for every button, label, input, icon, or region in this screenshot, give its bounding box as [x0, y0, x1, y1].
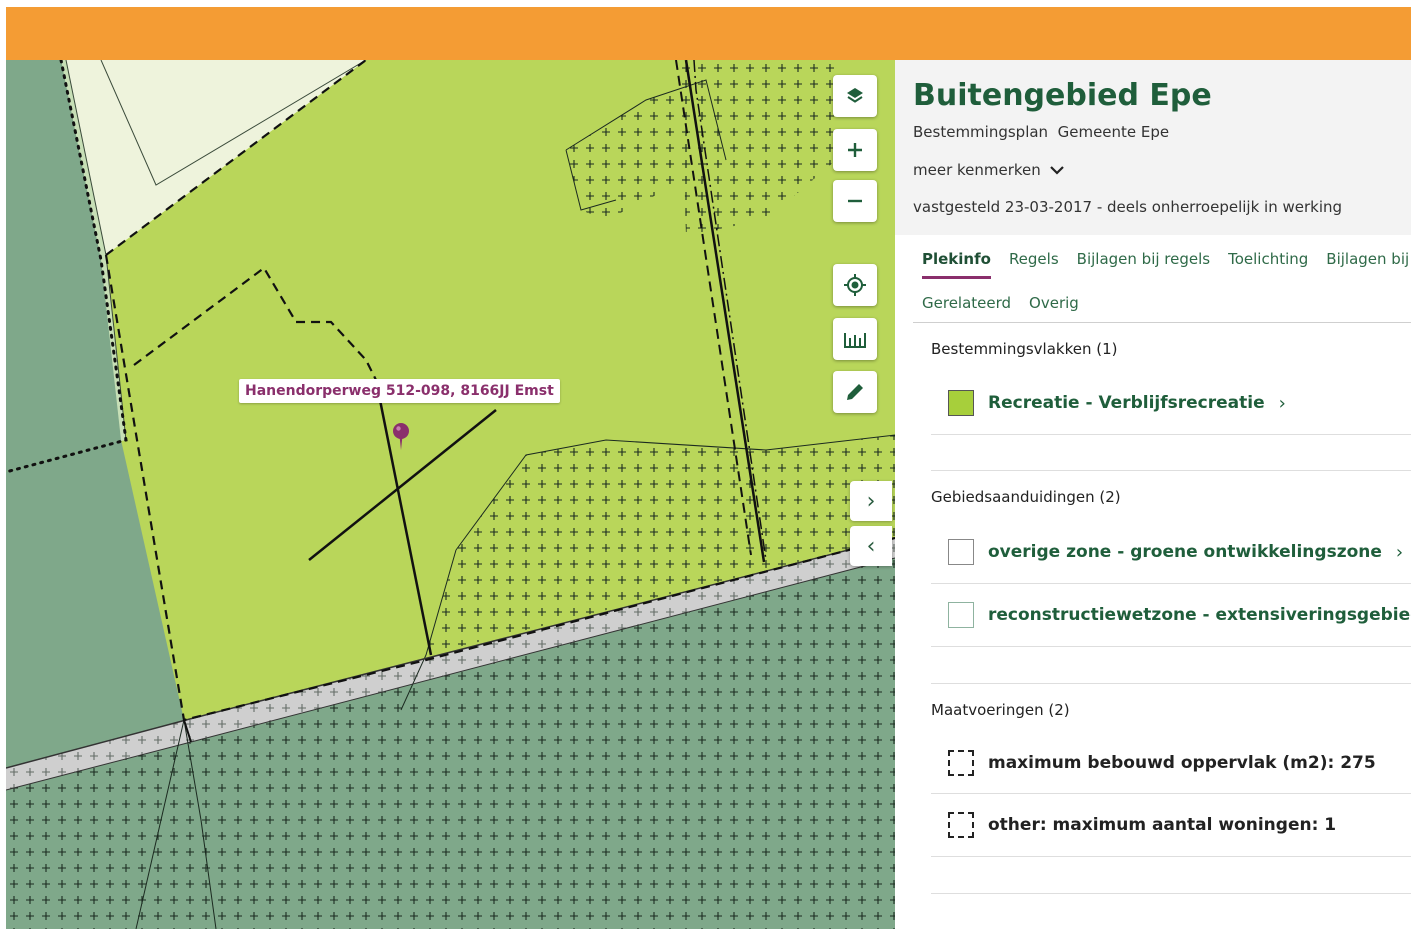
tabs-row-2: Gerelateerd Overig: [922, 294, 1097, 320]
tab-plekinfo[interactable]: Plekinfo: [922, 250, 991, 279]
map-view[interactable]: › ‹ Hanendorperweg 512-098, 8166JJ Emst: [6, 60, 895, 929]
divider: [931, 434, 1411, 435]
draw-icon: [847, 384, 863, 400]
draw-button[interactable]: [833, 371, 877, 413]
bestemmingsvlak-item[interactable]: Recreatie - Verblijfsrecreatie ›: [948, 390, 1286, 416]
measure-icon: [844, 333, 866, 348]
divider: [931, 683, 1411, 684]
chevron-right-icon: ›: [1278, 392, 1286, 414]
legend-swatch: [948, 602, 974, 628]
maatvoering-label: maximum bebouwd oppervlak (m2): 275: [988, 753, 1376, 773]
chevron-right-icon: ›: [866, 488, 876, 514]
maatvoering-label: other: maximum aantal woningen: 1: [988, 815, 1337, 835]
chevron-left-icon: ‹: [866, 533, 876, 559]
tabs-row-1: Plekinfo Regels Bijlagen bij regels Toel…: [922, 250, 1411, 279]
top-banner: [6, 7, 1411, 60]
plan-subtitle: Bestemmingsplan Gemeente Epe: [913, 123, 1170, 141]
locate-icon: [844, 274, 866, 296]
divider: [931, 793, 1411, 794]
tab-toelichting[interactable]: Toelichting: [1228, 250, 1308, 279]
tabs-divider: [913, 322, 1411, 323]
info-panel: Buitengebied Epe Bestemmingsplan Gemeent…: [895, 60, 1411, 929]
section-title-gebiedsaanduidingen: Gebiedsaanduidingen (2): [931, 488, 1121, 506]
zoom-in-button[interactable]: [833, 129, 877, 171]
dashed-square-icon: [948, 812, 974, 838]
maatvoering-item: maximum bebouwd oppervlak (m2): 275: [948, 750, 1376, 776]
tab-gerelateerd[interactable]: Gerelateerd: [922, 294, 1011, 320]
bestemmingsvlak-label: Recreatie - Verblijfsrecreatie: [988, 393, 1265, 413]
zoom-in-icon: [848, 143, 862, 157]
layers-icon: [847, 88, 863, 103]
plan-title: Buitengebied Epe: [913, 78, 1212, 113]
section-title-bestemmingsvlakken: Bestemmingsvlakken (1): [931, 340, 1118, 358]
chevron-down-icon: [1050, 166, 1064, 175]
collapse-panel-button[interactable]: ‹: [850, 526, 892, 566]
more-properties-toggle[interactable]: meer kenmerken: [913, 161, 1065, 179]
divider: [931, 470, 1411, 471]
section-title-maatvoeringen: Maatvoeringen (2): [931, 701, 1070, 719]
tab-bijlagen-bij-toelichting[interactable]: Bijlagen bij toelichting: [1326, 250, 1411, 279]
expand-panel-button[interactable]: ›: [850, 481, 892, 521]
tab-regels[interactable]: Regels: [1009, 250, 1059, 279]
gebiedsaanduiding-label: overige zone - groene ontwikkelingszone: [988, 542, 1382, 562]
measure-button[interactable]: [833, 318, 877, 360]
dashed-square-icon: [948, 750, 974, 776]
locate-button[interactable]: [833, 264, 877, 306]
legend-swatch: [948, 390, 974, 416]
chevron-right-icon: ›: [1395, 541, 1404, 563]
plan-header: Buitengebied Epe Bestemmingsplan Gemeent…: [895, 60, 1411, 235]
zoning-basemap[interactable]: [6, 60, 895, 929]
divider: [931, 856, 1411, 857]
zoom-out-button[interactable]: [833, 180, 877, 222]
zoom-out-icon: [848, 199, 862, 203]
layers-button[interactable]: [833, 75, 877, 117]
divider: [931, 893, 1411, 894]
more-properties-label: meer kenmerken: [913, 161, 1041, 179]
tab-overig[interactable]: Overig: [1029, 294, 1079, 320]
divider: [931, 583, 1411, 584]
plan-status: vastgesteld 23-03-2017 - deels onherroep…: [913, 198, 1343, 216]
gebiedsaanduiding-label: reconstructiewetzone - extensiveringsgeb…: [988, 605, 1411, 625]
address-label: Hanendorperweg 512-098, 8166JJ Emst: [239, 379, 560, 403]
tab-bijlagen-bij-regels[interactable]: Bijlagen bij regels: [1077, 250, 1210, 279]
maatvoering-item: other: maximum aantal woningen: 1: [948, 812, 1336, 838]
divider: [931, 646, 1411, 647]
location-pin-icon[interactable]: [391, 422, 411, 452]
gebiedsaanduiding-item[interactable]: overige zone - groene ontwikkelingszone …: [948, 539, 1403, 565]
gebiedsaanduiding-item[interactable]: reconstructiewetzone - extensiveringsgeb…: [948, 602, 1411, 628]
legend-swatch: [948, 539, 974, 565]
